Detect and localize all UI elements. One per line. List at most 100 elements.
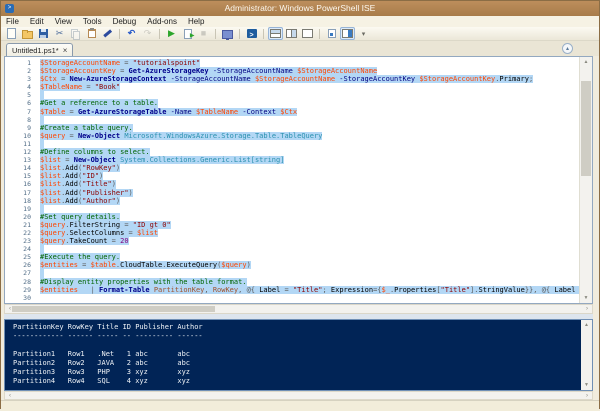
console-output-text: PartitionKey RowKey Title ID Publisher A…	[5, 320, 592, 386]
collapse-script-pane-button[interactable]: ▴	[562, 43, 573, 54]
editor-vertical-scrollbar[interactable]: ▲ ▼	[579, 57, 592, 303]
code-line[interactable]: 29$entities | Format-Table PartitionKey,…	[5, 286, 580, 294]
line-number: 23	[5, 237, 40, 245]
code-line[interactable]: 4$TableName = "Book"	[5, 83, 580, 91]
code-line[interactable]: 17$list.Add("Publisher")	[5, 189, 580, 197]
code-line[interactable]: 21$query.FilterString = "ID gt 0"	[5, 221, 580, 229]
tab-untitled1[interactable]: Untitled1.ps1* ×	[6, 43, 73, 57]
paste-button[interactable]	[84, 27, 99, 40]
status-bar	[1, 400, 599, 411]
toolbar-separator	[319, 29, 320, 39]
clear-console-pane-button[interactable]	[100, 27, 115, 40]
scroll-down-icon[interactable]: ▼	[581, 380, 592, 390]
code-line[interactable]: 6#Get a reference to a table.	[5, 99, 580, 107]
paste-icon	[88, 29, 96, 38]
scroll-right-icon[interactable]: ›	[582, 305, 592, 313]
code-line[interactable]: 15$list.Add("ID")	[5, 172, 580, 180]
console-horizontal-scrollbar[interactable]: ‹ ›	[4, 391, 593, 400]
scroll-down-icon[interactable]: ▼	[580, 293, 592, 303]
show-command-window-button[interactable]	[324, 27, 339, 40]
code-line[interactable]: 16$list.Add("Title")	[5, 180, 580, 188]
menu-help[interactable]: Help	[188, 17, 204, 26]
editor-vscroll-thumb[interactable]	[581, 81, 591, 176]
menu-bar: File Edit View Tools Debug Add-ons Help	[1, 16, 599, 27]
code-line[interactable]: 12#Define columns to select.	[5, 148, 580, 156]
editor-hscroll-thumb[interactable]	[12, 306, 215, 312]
scroll-right-icon[interactable]: ›	[582, 392, 592, 399]
toolbar-overflow-button[interactable]	[356, 27, 371, 40]
menu-view[interactable]: View	[55, 17, 72, 26]
line-number: 29	[5, 286, 40, 294]
start-powershell-exe-button[interactable]	[244, 27, 259, 40]
show-command-addon-icon	[342, 29, 353, 38]
code-text	[40, 140, 44, 148]
run-selection-button[interactable]	[180, 27, 195, 40]
code-line[interactable]: 28#Display entity properties with the ta…	[5, 278, 580, 286]
code-area[interactable]: 1$StorageAccountName = "tutorialspoint"2…	[5, 59, 580, 303]
code-line[interactable]: 18$list.Add("Author")	[5, 197, 580, 205]
code-line[interactable]: 25#Execute the query.	[5, 253, 580, 261]
show-command-window-icon	[328, 29, 336, 38]
show-script-pane-maximized-button[interactable]	[300, 27, 315, 40]
code-line[interactable]: 19	[5, 205, 580, 213]
line-number: 16	[5, 180, 40, 188]
code-text: $Table = Get-AzureStorageTable -Name $Ta…	[40, 108, 297, 116]
menu-edit[interactable]: Edit	[30, 17, 44, 26]
save-button[interactable]	[36, 27, 51, 40]
new-script-button[interactable]	[4, 27, 19, 40]
code-text	[40, 205, 44, 213]
new-remote-powershell-tab-icon	[222, 30, 233, 39]
code-line[interactable]: 24	[5, 245, 580, 253]
show-script-pane-top-button[interactable]	[268, 27, 283, 40]
code-line[interactable]: 5	[5, 91, 580, 99]
code-text: $entities | Format-Table PartitionKey, R…	[40, 286, 580, 294]
code-line[interactable]: 8	[5, 116, 580, 124]
code-line[interactable]: 10$query = New-Object Microsoft.WindowsA…	[5, 132, 580, 140]
code-text: $TableName = "Book"	[40, 83, 120, 91]
undo-button[interactable]	[124, 27, 139, 40]
scroll-left-icon[interactable]: ‹	[5, 392, 15, 399]
code-line[interactable]: 1$StorageAccountName = "tutorialspoint"	[5, 59, 580, 67]
show-command-addon-button[interactable]	[340, 27, 355, 40]
code-line[interactable]: 30	[5, 294, 580, 302]
code-line[interactable]: 7$Table = Get-AzureStorageTable -Name $T…	[5, 108, 580, 116]
code-line[interactable]: 13$list = New-Object System.Collections.…	[5, 156, 580, 164]
code-line[interactable]: 20#Set query details.	[5, 213, 580, 221]
code-line[interactable]: 11	[5, 140, 580, 148]
scroll-up-icon[interactable]: ▲	[580, 57, 592, 67]
menu-tools[interactable]: Tools	[83, 17, 102, 26]
code-line[interactable]: 14$list.Add("RowKey")	[5, 164, 580, 172]
menu-addons[interactable]: Add-ons	[147, 17, 177, 26]
menu-debug[interactable]: Debug	[113, 17, 137, 26]
new-remote-powershell-tab-button[interactable]	[220, 27, 235, 40]
show-script-pane-right-button[interactable]	[284, 27, 299, 40]
code-text	[40, 245, 44, 253]
line-number: 30	[5, 294, 40, 302]
console-output-pane[interactable]: PartitionKey RowKey Title ID Publisher A…	[4, 319, 593, 391]
tab-close-icon[interactable]: ×	[63, 45, 68, 57]
copy-button	[68, 27, 83, 40]
save-icon	[39, 29, 48, 38]
console-vertical-scrollbar[interactable]: ▲ ▼	[581, 320, 592, 390]
code-line[interactable]: 9#Create a table query.	[5, 124, 580, 132]
editor-horizontal-scrollbar[interactable]: ‹ ›	[4, 304, 593, 314]
script-editor-pane[interactable]: 1$StorageAccountName = "tutorialspoint"2…	[4, 56, 593, 304]
code-line[interactable]: 22$query.SelectColumns = $list	[5, 229, 580, 237]
code-line[interactable]: 27	[5, 269, 580, 277]
redo-icon	[142, 28, 153, 39]
open-script-button[interactable]	[20, 27, 35, 40]
code-text: #Create a table query.	[40, 124, 133, 132]
menu-file[interactable]: File	[6, 17, 19, 26]
line-number: 8	[5, 116, 40, 124]
scroll-up-icon[interactable]: ▲	[581, 320, 592, 330]
code-line[interactable]: 23$query.TakeCount = 20	[5, 237, 580, 245]
code-text: #Set query details.	[40, 213, 120, 221]
cut-button[interactable]	[52, 27, 67, 40]
code-line[interactable]: 3$Ctx = New-AzureStorageContext -Storage…	[5, 75, 580, 83]
code-line[interactable]: 26$entities = $table.CloudTable.ExecuteQ…	[5, 261, 580, 269]
run-script-button[interactable]	[164, 27, 179, 40]
line-number: 2	[5, 67, 40, 75]
toolbar-separator	[239, 29, 240, 39]
code-line[interactable]: 2$StorageAccountKey = Get-AzureStorageKe…	[5, 67, 580, 75]
show-script-pane-top-icon	[270, 29, 281, 38]
